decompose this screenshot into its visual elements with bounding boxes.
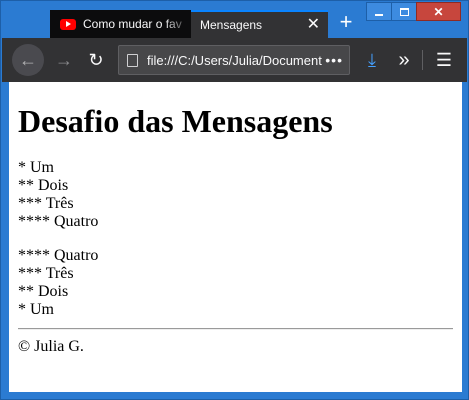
menu-button[interactable]: ☰ bbox=[430, 46, 458, 74]
tab-mensagens[interactable]: Mensagens ✕ bbox=[191, 10, 328, 38]
address-bar[interactable]: file:///C:/Users/Julia/Documents ••• bbox=[118, 45, 350, 75]
download-button[interactable]: ⤓ bbox=[358, 46, 386, 74]
list-item: *** Três bbox=[18, 265, 74, 282]
url-text[interactable]: file:///C:/Users/Julia/Documents bbox=[147, 53, 322, 68]
hamburger-icon: ☰ bbox=[435, 49, 453, 70]
close-icon: ✕ bbox=[433, 4, 444, 19]
message-list-ascending: * Um ** Dois *** Três **** Quatro bbox=[18, 159, 462, 231]
list-item: ** Dois bbox=[18, 283, 69, 300]
page-actions-icon[interactable]: ••• bbox=[325, 52, 343, 68]
list-item: * Um bbox=[18, 159, 54, 176]
forward-button[interactable]: → bbox=[48, 44, 80, 76]
youtube-icon bbox=[60, 18, 76, 30]
back-button[interactable]: ← bbox=[12, 44, 44, 76]
tab-label: Mensagens bbox=[200, 18, 263, 32]
list-item: **** Quatro bbox=[18, 247, 99, 264]
list-item: *** Três bbox=[18, 195, 74, 212]
divider bbox=[18, 328, 453, 330]
maximize-icon bbox=[399, 7, 409, 16]
close-tab-icon[interactable]: ✕ bbox=[307, 16, 320, 34]
toolbar-divider bbox=[422, 50, 423, 70]
download-icon: ⤓ bbox=[368, 49, 376, 70]
tab-label: Como mudar o fav bbox=[83, 17, 182, 31]
page-content: Desafio das Mensagens * Um ** Dois *** T… bbox=[18, 82, 462, 356]
close-window-button[interactable]: ✕ bbox=[416, 2, 461, 21]
reload-icon: ↻ bbox=[88, 49, 104, 70]
arrow-right-icon: → bbox=[55, 49, 73, 70]
maximize-button[interactable] bbox=[391, 2, 417, 21]
message-list-descending: **** Quatro *** Três ** Dois * Um bbox=[18, 247, 462, 319]
minimize-icon bbox=[375, 13, 383, 16]
list-item: * Um bbox=[18, 301, 54, 318]
arrow-left-icon: ← bbox=[19, 49, 37, 70]
tab-youtube[interactable]: Como mudar o fav bbox=[50, 10, 191, 38]
navigation-toolbar: ← → ↻ file:///C:/Users/Julia/Documents •… bbox=[2, 38, 467, 82]
minimize-button[interactable] bbox=[366, 2, 392, 21]
chevrons-right-icon: » bbox=[398, 48, 410, 71]
overflow-button[interactable]: » bbox=[390, 46, 418, 74]
new-tab-button[interactable]: + bbox=[334, 11, 358, 35]
browser-window: Como mudar o fav Mensagens ✕ + ✕ ← → ↻ f… bbox=[0, 0, 469, 400]
page-icon bbox=[127, 53, 138, 67]
footer-copyright: © Julia G. bbox=[18, 338, 84, 355]
page-title: Desafio das Mensagens bbox=[18, 103, 333, 139]
reload-button[interactable]: ↻ bbox=[80, 44, 112, 76]
page-viewport: Desafio das Mensagens * Um ** Dois *** T… bbox=[9, 82, 462, 392]
list-item: **** Quatro bbox=[18, 213, 99, 230]
list-item: ** Dois bbox=[18, 177, 69, 194]
